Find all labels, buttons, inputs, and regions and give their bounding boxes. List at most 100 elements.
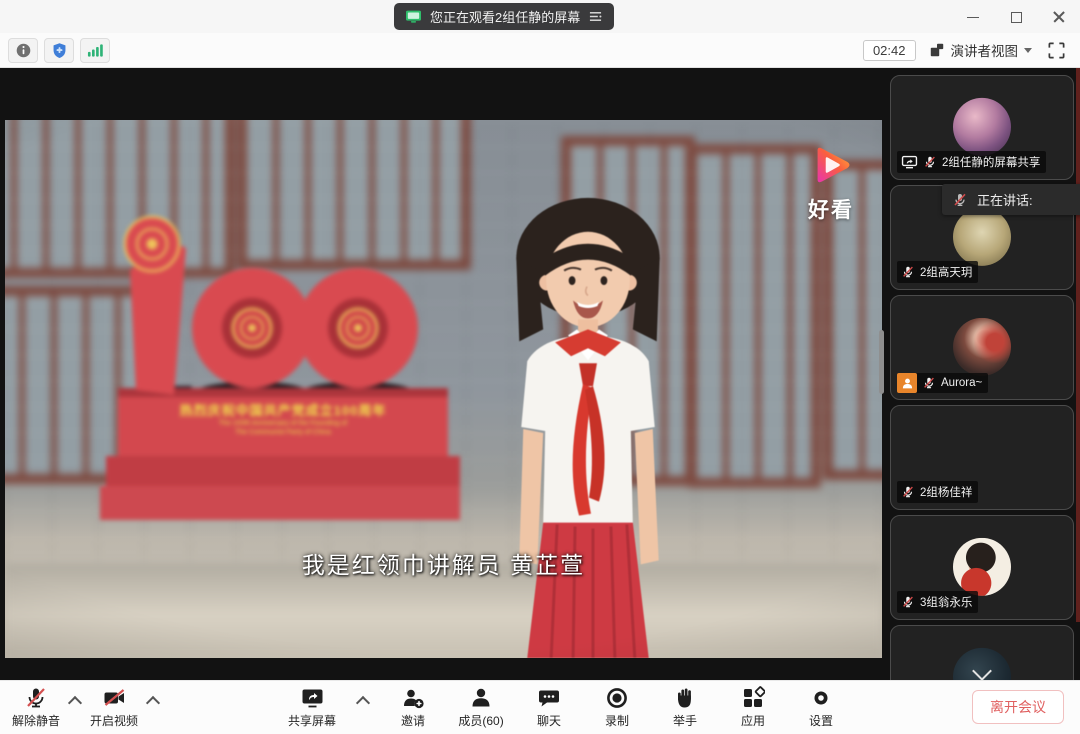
participant-name-badge: 2组任静的屏幕共享 [897,151,1046,173]
view-selector-label: 演讲者视图 [951,40,1019,60]
stage-scrollbar[interactable] [879,330,884,394]
network-signal-icon [87,42,104,58]
record-button[interactable]: 录制 [594,686,640,729]
share-screen-label: 共享屏幕 [288,712,336,729]
chevron-down-icon [1024,48,1032,53]
video-subtitle: 我是红领巾讲解员 黄芷萱 [5,546,882,580]
title-bar: 您正在观看2组任静的屏幕 [0,0,1080,33]
invite-icon [401,686,425,710]
mic-muted-icon [923,155,937,169]
avatar [953,207,1011,265]
speaking-tooltip: 正在讲话: [942,184,1080,215]
watching-banner-text: 您正在观看2组任静的屏幕 [430,7,580,26]
haokan-watermark-text: 好看 [792,194,870,224]
participant-list: 2组任静的屏幕共享 2组高天玥 Aurora~ [886,75,1080,680]
screen-share-indicator-icon [405,9,422,24]
maximize-icon[interactable] [1009,10,1023,24]
avatar [953,537,1011,595]
young-pioneer-girl [433,180,743,658]
meeting-timer: 02:42 [863,40,916,61]
bottom-toolbar: 解除静音 开启视频 共享屏幕 [0,680,1080,734]
close-icon[interactable] [1052,10,1066,24]
mic-muted-icon [922,376,936,390]
apps-label: 应用 [741,712,765,729]
invite-button[interactable]: 邀请 [390,686,436,729]
share-options-chevron[interactable] [356,696,370,710]
red-border-strip [1076,68,1080,622]
unmute-label: 解除静音 [12,712,60,729]
share-screen-icon [300,686,325,710]
record-icon [605,686,629,710]
members-icon [469,686,493,710]
participant-name: 2组高天玥 [920,264,972,280]
participant-tile[interactable] [890,625,1074,680]
security-shield-button[interactable] [44,38,74,63]
mic-muted-icon [901,485,915,499]
participant-name: Aurora~ [941,377,982,389]
chat-button[interactable]: 聊天 [526,686,572,729]
start-video-button[interactable]: 开启视频 [90,686,138,729]
participants-sidebar: 2组任静的屏幕共享 2组高天玥 Aurora~ [886,68,1080,680]
participant-name: 3组翁永乐 [920,594,972,610]
participant-name-badge: 2组高天玥 [897,261,978,283]
main-area: 热烈庆祝中国共产党成立100周年 The 100th Anniversary o… [0,68,1080,680]
invite-label: 邀请 [401,712,425,729]
camera-off-icon [102,686,127,710]
members-label: 成员(60) [458,712,503,729]
fullscreen-icon [1047,41,1066,60]
unmute-button[interactable]: 解除静音 [12,686,60,729]
shared-screen-stage: 热烈庆祝中国共产党成立100周年 The 100th Anniversary o… [0,68,886,680]
fullscreen-button[interactable] [1045,39,1068,62]
participant-tile[interactable]: 2组杨佳祥 [890,405,1074,510]
participant-tile[interactable]: 2组任静的屏幕共享 [890,75,1074,180]
participant-name-badge: 3组翁永乐 [897,591,978,613]
chat-label: 聊天 [537,712,561,729]
members-button[interactable]: 成员(60) [458,686,504,729]
meeting-window: 您正在观看2组任静的屏幕 02:42 [0,0,1080,733]
participant-name: 2组任静的屏幕共享 [942,154,1040,170]
raise-hand-icon [673,686,697,710]
mic-muted-icon [901,265,915,279]
participant-name-badge: Aurora~ [897,373,988,393]
leave-meeting-button[interactable]: 离开会议 [972,690,1064,724]
video-options-chevron[interactable] [146,696,160,710]
minimize-icon[interactable] [966,10,980,24]
shield-icon [51,42,68,59]
monument-banner: 热烈庆祝中国共产党成立100周年 The 100th Anniversary o… [118,400,448,437]
mic-options-chevron[interactable] [68,696,82,710]
settings-button[interactable]: 设置 [798,686,844,729]
participant-tile[interactable]: Aurora~ [890,295,1074,400]
settings-icon [809,686,833,710]
speaking-tooltip-label: 正在讲话: [977,190,1033,209]
watching-banner: 您正在观看2组任静的屏幕 [394,3,614,30]
monument-slogan: 热烈庆祝中国共产党成立100周年 [118,400,448,419]
apps-icon [741,686,765,710]
banner-menu-icon[interactable] [588,10,603,23]
member-icon [897,373,917,393]
record-label: 录制 [605,712,629,729]
meeting-info-button[interactable] [8,38,38,63]
mic-muted-icon [952,192,968,208]
avatar [953,97,1011,155]
shared-video[interactable]: 热烈庆祝中国共产党成立100周年 The 100th Anniversary o… [5,120,882,658]
network-quality-button[interactable] [80,38,110,63]
meeting-toolbar: 02:42 演讲者视图 [0,33,1080,68]
settings-label: 设置 [809,712,833,729]
participant-name: 2组杨佳祥 [920,484,972,500]
share-screen-button[interactable]: 共享屏幕 [288,686,336,729]
haokan-logo: 好看 [792,142,870,224]
window-controls [966,0,1066,33]
avatar [953,317,1011,375]
avatar [953,427,1011,485]
view-selector[interactable]: 演讲者视图 [929,40,1033,60]
apps-button[interactable]: 应用 [730,686,776,729]
participant-name-badge: 2组杨佳祥 [897,481,978,503]
info-icon [15,42,32,59]
layout-icon [929,42,945,58]
raise-hand-button[interactable]: 举手 [662,686,708,729]
screen-share-icon [901,155,918,169]
raise-hand-label: 举手 [673,712,697,729]
start-video-label: 开启视频 [90,712,138,729]
mic-muted-icon [24,686,48,710]
participant-tile[interactable]: 3组翁永乐 [890,515,1074,620]
